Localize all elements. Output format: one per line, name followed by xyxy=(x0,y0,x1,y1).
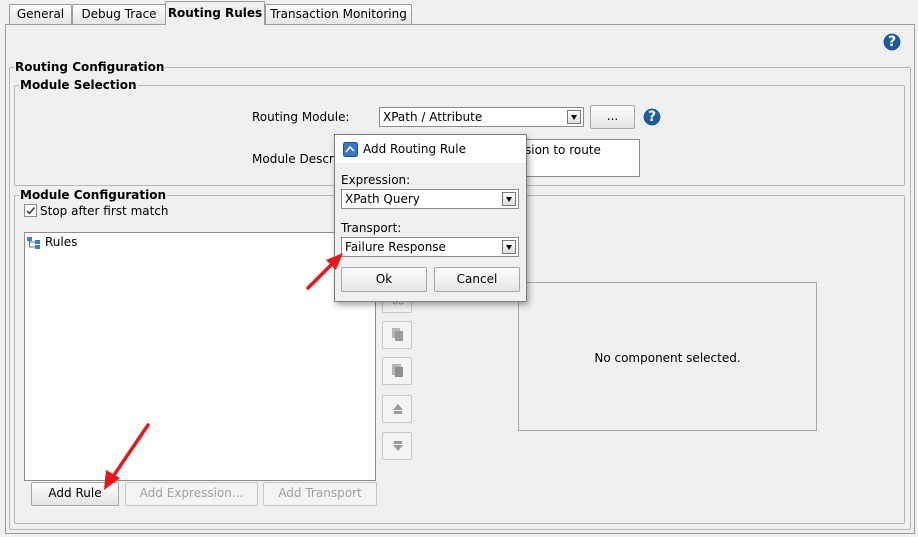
expression-label: Expression: xyxy=(341,173,411,187)
browse-button[interactable]: ... xyxy=(590,105,635,129)
paste-button[interactable] xyxy=(382,357,412,385)
add-routing-rule-dialog: Add Routing Rule Expression: XPath Query… xyxy=(334,134,527,302)
help-icon[interactable]: ? xyxy=(882,32,902,52)
rules-tree[interactable]: Rules xyxy=(24,232,376,481)
routing-module-label: Routing Module: xyxy=(252,110,350,124)
move-up-button[interactable] xyxy=(382,395,412,423)
transport-value: Failure Response xyxy=(345,240,446,254)
empty-state-text: No component selected. xyxy=(594,351,741,365)
copy-button[interactable] xyxy=(382,321,412,349)
tab-transaction-monitoring[interactable]: Transaction Monitoring xyxy=(265,4,412,24)
module-selection-title: Module Selection xyxy=(19,78,138,92)
checkmark-icon xyxy=(26,206,36,215)
dialog-title-bar: Add Routing Rule xyxy=(335,135,526,163)
stop-after-first-match-label: Stop after first match xyxy=(40,204,169,218)
tree-node-icon xyxy=(27,237,40,249)
chevron-down-icon xyxy=(502,240,516,254)
transport-select[interactable]: Failure Response xyxy=(341,237,519,257)
tab-routing-rules[interactable]: Routing Rules xyxy=(165,1,265,25)
stop-after-first-match-checkbox[interactable] xyxy=(24,204,37,217)
tree-root-rules[interactable]: Rules xyxy=(45,235,77,249)
module-configuration-title: Module Configuration xyxy=(19,188,168,202)
paste-icon xyxy=(392,364,403,377)
expression-select[interactable]: XPath Query xyxy=(341,189,519,209)
module-description-label: Module Descrip xyxy=(252,152,345,166)
module-description-field[interactable]: sion to route xyxy=(520,139,640,177)
routing-module-help-icon[interactable]: ? xyxy=(642,107,662,127)
expression-value: XPath Query xyxy=(345,192,420,206)
copy-icon xyxy=(392,328,403,341)
arrow-up-icon xyxy=(393,404,403,414)
dialog-title: Add Routing Rule xyxy=(363,142,466,156)
transport-label: Transport: xyxy=(341,221,402,235)
chevron-down-icon xyxy=(567,110,581,124)
app-icon xyxy=(343,142,358,157)
module-description-value: sion to route xyxy=(525,143,601,157)
component-details-panel: No component selected. xyxy=(518,282,817,431)
add-expression-button[interactable]: Add Expression... xyxy=(125,482,258,506)
add-transport-button[interactable]: Add Transport xyxy=(263,482,377,506)
ok-button[interactable]: Ok xyxy=(341,267,427,292)
move-down-button[interactable] xyxy=(382,432,412,460)
routing-module-select[interactable]: XPath / Attribute xyxy=(379,107,584,127)
routing-module-value: XPath / Attribute xyxy=(383,110,483,124)
cancel-button[interactable]: Cancel xyxy=(434,267,520,292)
arrow-down-icon xyxy=(393,441,403,451)
tab-debug-trace[interactable]: Debug Trace xyxy=(72,4,166,24)
add-rule-button[interactable]: Add Rule xyxy=(31,482,119,506)
tab-general[interactable]: General xyxy=(9,4,72,24)
chevron-down-icon xyxy=(502,192,516,206)
routing-configuration-title: Routing Configuration xyxy=(14,60,166,74)
